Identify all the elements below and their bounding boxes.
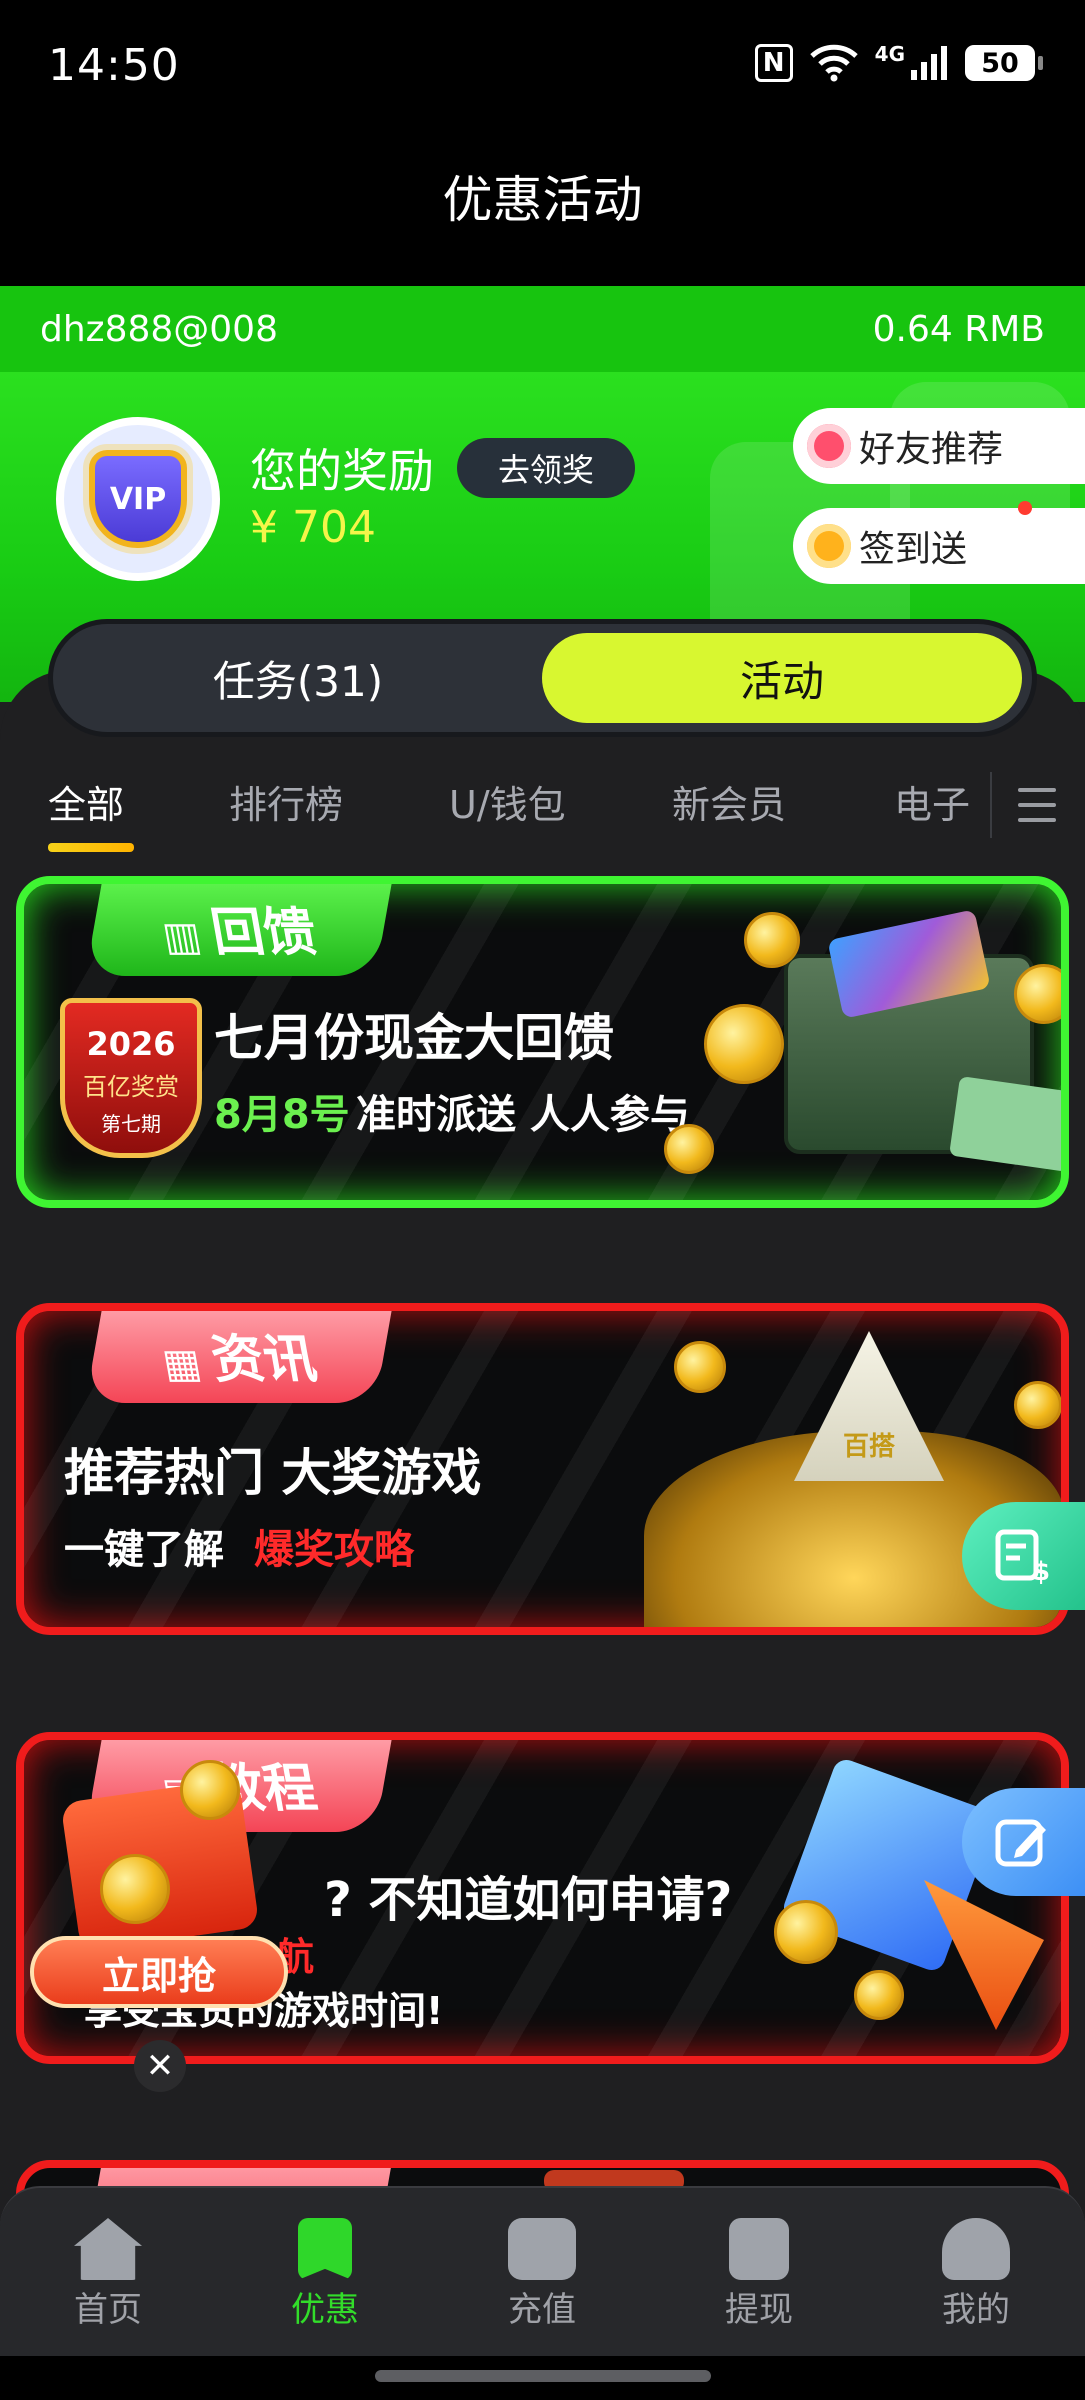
coin-image [674,1341,726,1393]
nav-deposit[interactable]: 充值 [472,2218,612,2331]
category-tab-leaderboard[interactable]: 排行榜 [229,770,343,840]
coin-image [100,1854,170,1924]
banner-headline: ? 不知道如何申请? [324,1872,733,1928]
coin-image [1014,964,1061,1024]
badge-year: 2026 [86,1025,176,1063]
account-bar: dhz888@008 0.64 RMB [0,286,1085,372]
anniversary-badge: 2026 百亿奖赏 第七期 [60,998,202,1158]
status-time: 14:50 [48,40,180,91]
home-icon [74,2218,142,2280]
star-badge-icon [807,524,851,568]
tab-tasks[interactable]: 任务(31) [53,624,543,732]
category-tab-new-member[interactable]: 新会员 [672,770,786,840]
nfc-icon: N [754,44,793,82]
badge-text: 百亿奖赏 [83,1073,179,1101]
sign-in-gift-button[interactable]: 签到送 [793,508,1085,584]
notification-dot [1018,501,1032,515]
banner-tag: ▥回馈 [85,884,393,976]
nav-profile-label: 我的 [942,2290,1010,2330]
profile-icon [942,2218,1010,2280]
heart-icon [807,424,851,468]
banner-tag-label: 资讯 [206,1329,322,1390]
category-tabs: 全部 排行榜 U/钱包 新会员 电子 [0,770,1085,866]
coin-image [854,1970,904,2020]
grid-icon: ▦ [159,1340,205,1387]
category-tab-electronic[interactable]: 电子 [894,770,970,840]
tab-activities[interactable]: 活动 [542,633,1022,723]
nav-home-label: 首页 [74,2290,142,2330]
reward-label: 您的奖励 [250,444,434,498]
banner-subline: 准时派送 人人参与 [356,1092,690,1138]
friend-referral-button[interactable]: 好友推荐 [793,408,1085,484]
nav-withdraw[interactable]: 提现 [689,2218,829,2331]
reward-amount: ¥ 704 [250,502,376,553]
title-bar: 优惠活动 [0,130,1085,286]
nav-home[interactable]: 首页 [38,2218,178,2331]
nav-deposit-label: 充值 [508,2290,576,2330]
grab-now-button[interactable]: 立即抢 [30,1936,288,2008]
wallet-icon [508,2218,576,2280]
coin-image [774,1900,838,1964]
signal-icon [911,46,947,80]
badge-sub: 第七期 [101,1112,161,1136]
mahjong-tile-text: 百搭 [842,1432,895,1462]
banner-subline: 一键了解 [64,1527,224,1573]
claim-reward-button[interactable]: 去领奖 [457,438,635,498]
page-title: 优惠活动 [442,171,643,229]
coin-image [744,912,800,968]
coin-image [1014,1381,1061,1429]
vip-badge-icon: VIP [89,450,187,548]
avatar[interactable]: VIP [56,417,220,581]
promo-banner-cash-rebate[interactable]: ▥回馈 2026 百亿奖赏 第七期 七月份现金大回馈 8月8号 准时派送 人人参… [16,876,1069,1208]
active-tab-indicator [48,843,134,852]
coin-image [664,1124,714,1174]
network-type: 4G [874,42,905,66]
nav-promotions-label: 优惠 [291,2290,359,2330]
edit-icon [995,1819,1046,1867]
nav-promotions[interactable]: 优惠 [255,2218,395,2331]
account-balance: 0.64 RMB [872,308,1045,350]
float-edit-button[interactable] [962,1788,1085,1896]
banner-headline: 七月份现金大回馈 [214,1009,614,1067]
bottom-nav: 首页 优惠 充值 提现 我的 [0,2186,1085,2356]
bill-dollar-icon: $ [995,1529,1050,1586]
sign-in-gift-label: 签到送 [859,529,968,570]
withdraw-icon [729,2218,789,2280]
banner-tag: ▦资讯 [85,1311,393,1403]
gift-icon: ▥ [159,913,205,960]
coin-image [704,1004,784,1084]
red-envelope-promo[interactable]: 立即抢 [30,1754,300,2024]
star-icon [298,2218,352,2280]
wifi-icon [809,44,858,82]
home-indicator[interactable] [375,2370,711,2382]
float-bill-button[interactable]: $ [962,1502,1085,1610]
friend-referral-label: 好友推荐 [859,429,1004,470]
status-bar: 14:50 N 4G 50 [0,0,1085,130]
nav-profile[interactable]: 我的 [906,2218,1046,2331]
tab-divider [990,772,992,838]
banner-subline-highlight: 爆奖攻略 [254,1527,414,1573]
nav-withdraw-label: 提现 [725,2290,793,2330]
battery-icon: 50 [965,45,1043,81]
category-tab-all[interactable]: 全部 [48,770,124,840]
segment-control: 任务(31) 活动 [48,619,1037,737]
cash-stack-image [949,1076,1061,1172]
status-icons: N 4G 50 [754,42,1043,82]
banner-tag-label: 回馈 [206,902,322,963]
promo-banner-news[interactable]: ▦资讯 推荐热门 大奖游戏 一键了解 爆奖攻略 百搭 [16,1303,1069,1635]
svg-text:$: $ [1032,1557,1050,1586]
banner-date-highlight: 8月8号 [214,1092,350,1138]
close-icon[interactable]: ✕ [134,2040,186,2092]
account-id: dhz888@008 [40,308,278,350]
category-tab-wallet[interactable]: U/钱包 [449,770,566,840]
coin-image [180,1760,240,1820]
menu-icon[interactable] [1018,788,1056,822]
banner-headline: 推荐热门 大奖游戏 [64,1444,482,1502]
